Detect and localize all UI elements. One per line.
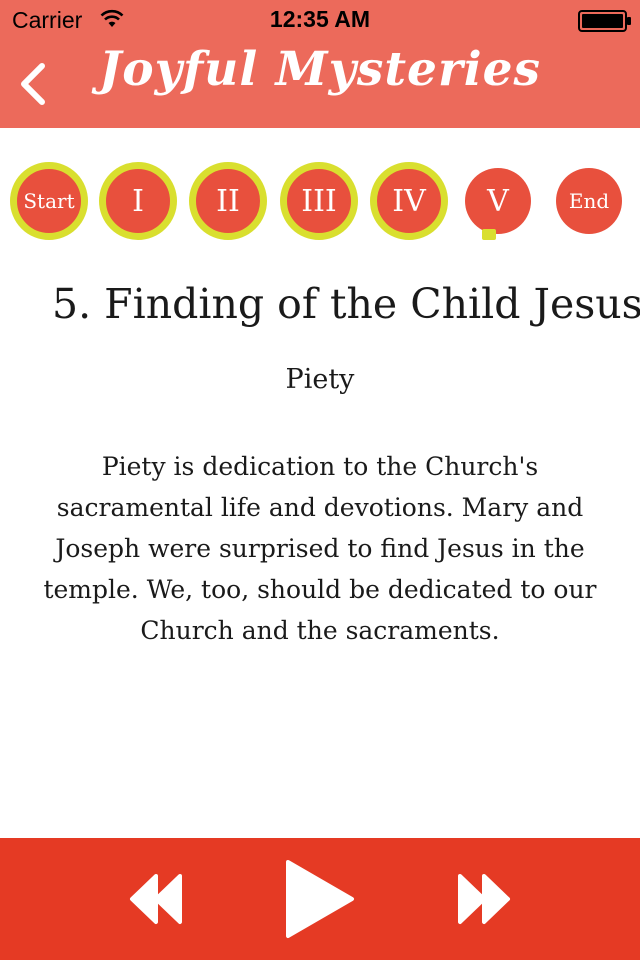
playback-bar	[0, 838, 640, 960]
step-5-button[interactable]: V	[465, 168, 531, 234]
step-label: I	[132, 183, 144, 219]
page-title: Joyful Mysteries	[99, 42, 541, 97]
back-button[interactable]	[6, 52, 62, 116]
play-icon	[286, 860, 354, 938]
step-4-button[interactable]: IV	[370, 162, 448, 240]
fast-forward-icon	[458, 874, 510, 924]
mystery-title: 5. Finding of the Child Jesus	[52, 280, 640, 328]
step-2-button[interactable]: II	[189, 162, 267, 240]
step-start-button[interactable]: Start	[10, 162, 88, 240]
battery-icon	[578, 10, 631, 32]
fast-forward-button[interactable]	[454, 868, 514, 930]
clock: 12:35 AM	[269, 6, 371, 32]
step-label: III	[301, 183, 337, 219]
step-label: II	[216, 183, 240, 219]
current-step-indicator	[482, 229, 496, 240]
rewind-button[interactable]	[126, 868, 186, 930]
chevron-left-icon	[21, 63, 45, 105]
step-label: IV	[392, 183, 426, 219]
rewind-icon	[130, 874, 182, 924]
step-label: V	[487, 183, 509, 219]
meditation-text: Piety is dedication to the Church's sacr…	[43, 452, 597, 645]
nav-bar: Carrier 12:35 AM Joyful Mysteries	[0, 0, 640, 128]
status-bar: Carrier 12:35 AM	[0, 0, 640, 40]
step-end-button[interactable]: End	[556, 168, 622, 234]
mystery-fruit: Piety	[285, 364, 355, 395]
step-3-button[interactable]: III	[280, 162, 358, 240]
step-1-button[interactable]: I	[99, 162, 177, 240]
play-button[interactable]	[282, 858, 358, 940]
mystery-step-navigator: Start I II III IV V End	[0, 160, 640, 244]
step-label: Start	[23, 189, 75, 213]
step-label: End	[568, 189, 610, 213]
